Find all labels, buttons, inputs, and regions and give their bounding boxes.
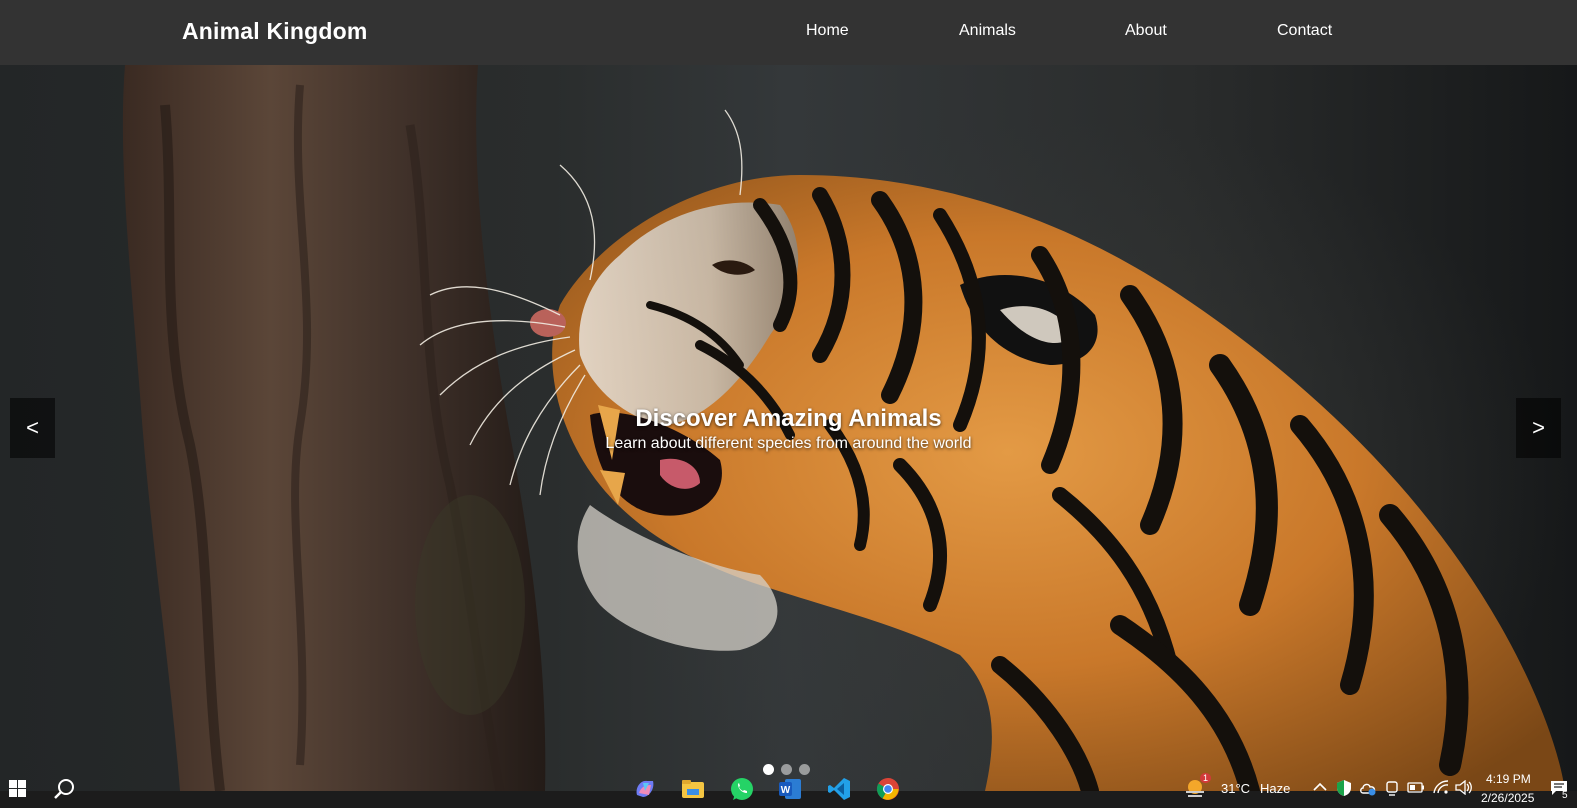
security-shield-icon[interactable] [1336, 779, 1352, 797]
battery-icon[interactable] [1407, 782, 1425, 793]
browser-page: Animal Kingdom Home Animals About Contac… [0, 0, 1577, 808]
chrome-icon[interactable] [876, 777, 900, 801]
site-brand[interactable]: Animal Kingdom [182, 18, 368, 45]
hero-title: Discover Amazing Animals [635, 405, 942, 432]
windows-start-icon[interactable] [9, 780, 26, 797]
nav-link-home[interactable]: Home [806, 22, 849, 40]
chevron-up-icon[interactable] [1313, 782, 1327, 792]
vscode-icon[interactable] [827, 777, 851, 801]
nav-link-animals[interactable]: Animals [959, 22, 1016, 40]
word-icon[interactable]: W [778, 777, 802, 801]
svg-text:W: W [781, 785, 791, 796]
clock-date[interactable]: 2/26/2025 [1481, 791, 1534, 805]
notification-count: 5 [1562, 790, 1568, 801]
slider-next-button[interactable]: > [1516, 398, 1561, 458]
clock-time[interactable]: 4:19 PM [1486, 772, 1531, 786]
nav-link-contact[interactable]: Contact [1277, 22, 1332, 40]
hero-caption: Discover Amazing Animals Learn about dif… [0, 405, 1577, 453]
meet-now-icon[interactable] [1385, 780, 1399, 796]
volume-icon[interactable] [1455, 780, 1473, 795]
nav-link-about[interactable]: About [1125, 22, 1167, 40]
cloud-sync-icon[interactable] [1359, 780, 1377, 796]
slider-prev-button[interactable]: < [10, 398, 55, 458]
windows-taskbar: W 1 31°C Haze 5 [0, 770, 1577, 808]
weather-temperature[interactable]: 31°C [1221, 781, 1250, 796]
search-icon[interactable] [53, 778, 75, 800]
hero-slider: Discover Amazing Animals Learn about dif… [0, 65, 1577, 791]
hero-subtitle: Learn about different species from aroun… [605, 435, 972, 452]
wifi-icon[interactable] [1433, 780, 1449, 794]
site-navbar: Animal Kingdom Home Animals About Contac… [0, 0, 1577, 65]
whatsapp-icon[interactable] [729, 776, 755, 802]
copilot-icon[interactable] [633, 777, 657, 801]
weather-condition[interactable]: Haze [1260, 781, 1290, 796]
weather-badge: 1 [1200, 773, 1212, 783]
file-explorer-icon[interactable] [681, 778, 705, 800]
